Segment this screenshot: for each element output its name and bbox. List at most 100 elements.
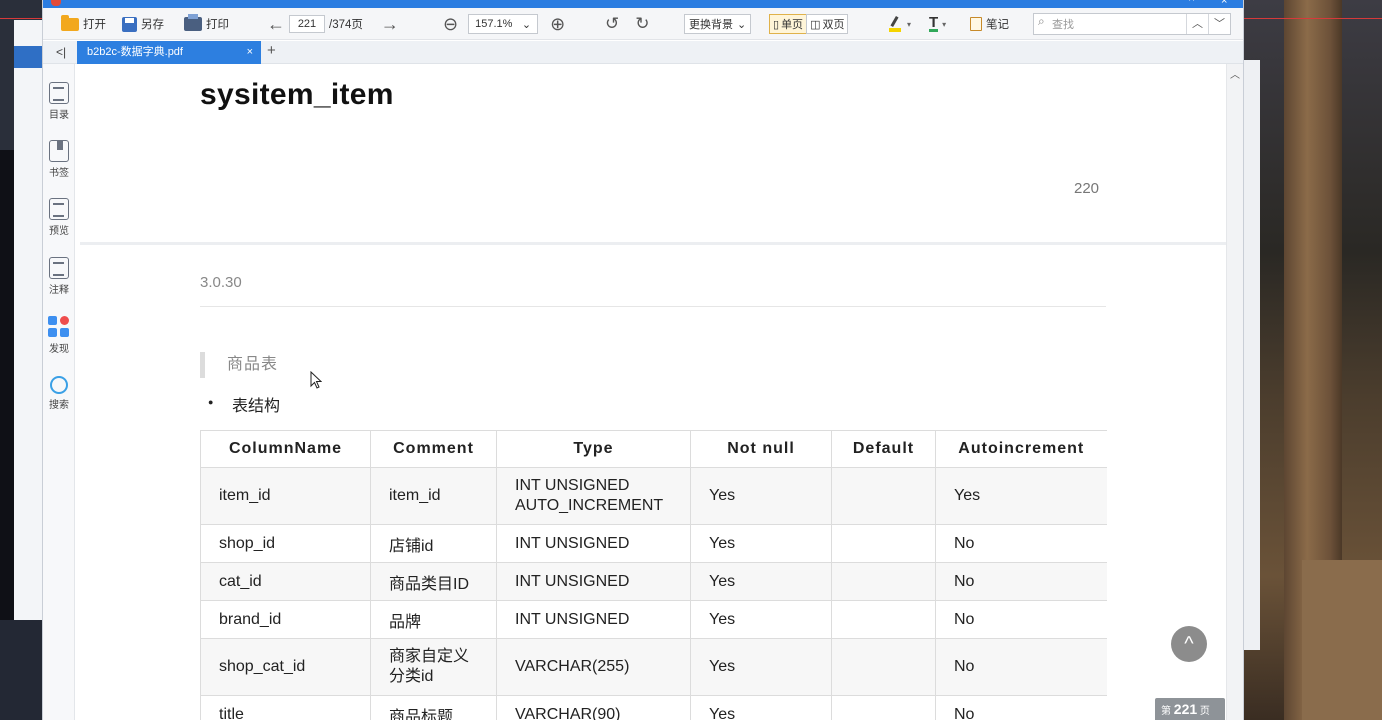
zoom-in-icon[interactable]: ⊕ bbox=[550, 15, 565, 33]
tab-document[interactable]: b2b2c-数据字典.pdf × bbox=[77, 41, 261, 64]
rotate-left-icon[interactable]: ↺ bbox=[605, 14, 619, 34]
page-indicator: 第 221 页 bbox=[1155, 698, 1225, 720]
desktop-background-right bbox=[1244, 0, 1382, 720]
sidebar-item-preview[interactable]: 预览 bbox=[43, 198, 75, 237]
desktop-background-left bbox=[0, 0, 42, 720]
toolbar: 打开 另存 打印 ← 221 /374页 → ⊖ 157.1% ⌄ ⊕ ↺ ↻ bbox=[43, 8, 1243, 40]
page-separator bbox=[80, 242, 1226, 245]
cell-default bbox=[831, 600, 936, 639]
background-dark-panel bbox=[0, 620, 42, 720]
table-row: brand_id 品牌 INT UNSIGNED Yes No bbox=[200, 600, 1107, 639]
double-page-icon: ◫ bbox=[810, 18, 821, 31]
page-total: /374页 bbox=[329, 19, 363, 31]
table-row: title 商品标题 VARCHAR(90) Yes No bbox=[200, 695, 1107, 720]
print-label: 打印 bbox=[206, 19, 229, 31]
highlight-button[interactable]: ▾ bbox=[887, 15, 911, 33]
background-select[interactable]: 更换背景 ⌄ bbox=[684, 14, 752, 34]
single-page-button[interactable]: ▯ 单页 bbox=[769, 14, 808, 34]
close-tab-button[interactable]: × bbox=[247, 41, 253, 64]
cell-not-null: Yes bbox=[690, 467, 832, 525]
zoom-select[interactable]: 157.1% ⌄ bbox=[468, 14, 539, 34]
background-window-edge bbox=[1244, 60, 1260, 650]
background-dark-panel bbox=[0, 150, 14, 620]
document-view[interactable]: sysitem_item 220 3.0.30 商品表 表结构 ColumnNa… bbox=[76, 64, 1226, 720]
sidebar-item-toc[interactable]: 目录 bbox=[43, 82, 75, 121]
column-header: ColumnName bbox=[200, 430, 371, 468]
sidebar-item-label: 目录 bbox=[49, 110, 69, 121]
cell-default bbox=[831, 562, 936, 601]
open-button[interactable]: 打开 bbox=[61, 14, 106, 33]
save-as-label: 另存 bbox=[141, 19, 164, 31]
collapse-sidebar-button[interactable]: <| bbox=[51, 43, 71, 61]
save-as-button[interactable]: 另存 bbox=[122, 15, 164, 33]
close-window-button[interactable]: × bbox=[1221, 0, 1227, 7]
minimize-button[interactable]: ^ bbox=[1189, 0, 1194, 7]
sidebar-item-label: 注释 bbox=[49, 285, 69, 296]
rotate-controls: ↺ ↻ bbox=[605, 14, 650, 34]
sidebar-item-label: 预览 bbox=[49, 226, 69, 237]
zoom-out-icon[interactable]: ⊖ bbox=[443, 15, 458, 33]
sidebar-item-bookmarks[interactable]: 书签 bbox=[43, 140, 75, 179]
table-description: 商品表 bbox=[200, 352, 278, 378]
page-indicator-prefix: 第 bbox=[1161, 706, 1171, 717]
tab-bar: <| b2b2c-数据字典.pdf × + bbox=[43, 41, 1243, 64]
notes-button[interactable]: 笔记 bbox=[970, 15, 1009, 33]
discover-icon bbox=[48, 316, 70, 338]
page-title: sysitem_item bbox=[200, 78, 394, 111]
sidebar-item-annotations[interactable]: 注释 bbox=[43, 257, 75, 296]
rotate-right-icon[interactable]: ↻ bbox=[635, 14, 649, 34]
scroll-up-icon[interactable]: ︿ bbox=[1230, 66, 1240, 81]
cell-column-name: shop_id bbox=[200, 524, 371, 563]
open-label: 打开 bbox=[83, 19, 106, 31]
cell-type: INT UNSIGNED bbox=[496, 600, 691, 639]
chevron-down-icon: ▾ bbox=[907, 19, 912, 29]
title-bar: ^ × bbox=[43, 0, 1243, 8]
cell-column-name: title bbox=[200, 695, 371, 720]
search-input[interactable]: 查找 bbox=[1034, 14, 1186, 32]
single-page-label: 单页 bbox=[781, 19, 804, 31]
bullet-text: 表结构 bbox=[232, 398, 281, 415]
cell-comment: 商家自定义分类id bbox=[370, 638, 497, 696]
vertical-scrollbar[interactable]: ︿ bbox=[1226, 64, 1243, 720]
table-header-row: ColumnName Comment Type Not null Default… bbox=[200, 430, 1107, 468]
cell-type: VARCHAR(255) bbox=[496, 638, 691, 696]
table-row: shop_id 店铺id INT UNSIGNED Yes No bbox=[200, 524, 1107, 563]
table-row: shop_cat_id 商家自定义分类id VARCHAR(255) Yes N… bbox=[200, 638, 1107, 696]
column-header: Default bbox=[831, 430, 936, 468]
cell-not-null: Yes bbox=[690, 524, 832, 563]
cell-type: INT UNSIGNED bbox=[496, 562, 691, 601]
cell-default bbox=[831, 695, 936, 720]
folder-icon bbox=[61, 14, 79, 31]
background-window bbox=[14, 20, 42, 620]
column-header: Not null bbox=[690, 430, 832, 468]
chevron-up-icon: ^ bbox=[1184, 633, 1194, 655]
cell-column-name: brand_id bbox=[200, 600, 371, 639]
bookmark-icon bbox=[49, 140, 69, 162]
search-next-button[interactable]: ﹀ bbox=[1208, 14, 1230, 34]
cell-autoincrement: No bbox=[935, 562, 1107, 601]
column-header: Comment bbox=[370, 430, 497, 468]
toc-icon bbox=[49, 82, 69, 104]
double-page-button[interactable]: ◫ 双页 bbox=[806, 14, 849, 34]
cell-default bbox=[831, 524, 936, 563]
table-row: item_id item_id INT UNSIGNED AUTO_INCREM… bbox=[200, 467, 1107, 525]
cell-comment: 商品标题 bbox=[370, 695, 497, 720]
previous-page-icon[interactable]: ← bbox=[267, 15, 285, 33]
print-button[interactable]: 打印 bbox=[184, 14, 229, 33]
text-tool-button[interactable]: T ▾ bbox=[929, 15, 946, 33]
sidebar-item-search[interactable]: 搜索 bbox=[43, 376, 75, 411]
back-to-top-button[interactable]: ^ bbox=[1171, 626, 1207, 662]
side-navigation: 目录 书签 预览 注释 发现 搜索 bbox=[43, 64, 75, 720]
sidebar-item-discover[interactable]: 发现 bbox=[43, 316, 75, 355]
cell-default bbox=[831, 467, 936, 525]
column-header: Type bbox=[496, 430, 691, 468]
note-icon bbox=[970, 17, 982, 31]
page-view-toggle: ▯ 单页 ◫ 双页 bbox=[769, 14, 849, 34]
next-page-icon[interactable]: → bbox=[381, 15, 399, 33]
new-tab-button[interactable]: + bbox=[267, 42, 276, 59]
cell-type: INT UNSIGNED bbox=[496, 524, 691, 563]
page-number-input[interactable]: 221 bbox=[289, 15, 325, 33]
printer-icon bbox=[184, 14, 202, 31]
annotation-icon bbox=[49, 257, 69, 279]
search-previous-button[interactable]: ︿ bbox=[1186, 14, 1208, 34]
